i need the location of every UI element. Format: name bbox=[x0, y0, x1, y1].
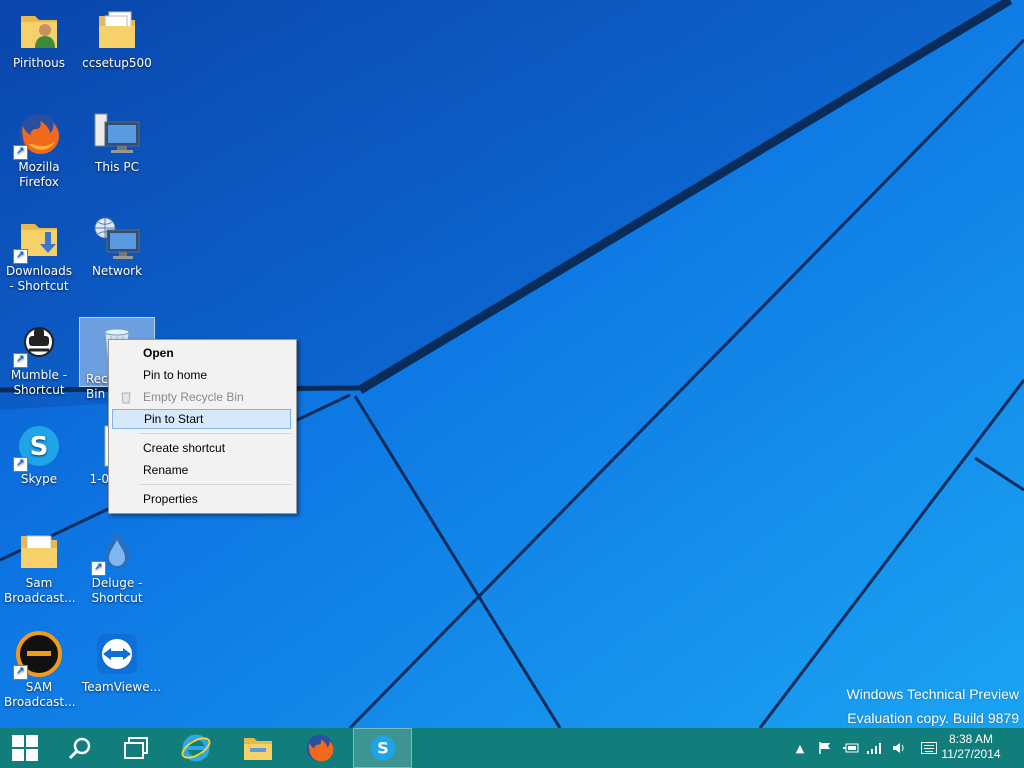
desktop-icon-deluge[interactable]: ↗ Deluge - Shortcut bbox=[80, 522, 154, 606]
action-center-button[interactable] bbox=[814, 728, 836, 768]
firefox-icon bbox=[306, 734, 334, 762]
svg-text:S: S bbox=[377, 739, 389, 758]
mumble-icon: ↗ bbox=[13, 318, 63, 368]
desktop-icon-label: ccsetup500 bbox=[82, 56, 152, 70]
shortcut-arrow-icon: ↗ bbox=[91, 561, 106, 576]
keyboard-icon bbox=[921, 742, 937, 754]
desktop-icon-skype[interactable]: S ↗ Skype bbox=[2, 418, 76, 487]
search-button[interactable] bbox=[52, 728, 108, 768]
sam-broadcaster-icon: ↗ bbox=[13, 630, 63, 680]
taskbar-internet-explorer[interactable] bbox=[166, 728, 226, 768]
watermark-line-2: Evaluation copy. Build 9879 bbox=[847, 710, 1019, 726]
menu-item-open[interactable]: Open bbox=[112, 343, 291, 363]
network-signal-icon bbox=[867, 743, 881, 754]
desktop-icon-downloads[interactable]: ↗ Downloads - Shortcut bbox=[2, 210, 76, 294]
shortcut-arrow-icon: ↗ bbox=[13, 665, 28, 680]
network-icon bbox=[93, 214, 141, 262]
power-icon bbox=[843, 743, 859, 753]
shortcut-arrow-icon: ↗ bbox=[13, 353, 28, 368]
show-hidden-icons-icon: ▲ bbox=[795, 741, 805, 755]
taskbar-firefox[interactable] bbox=[290, 728, 350, 768]
context-menu: Open Pin to home Empty Recycle Bin Pin t… bbox=[108, 339, 297, 514]
volume-icon bbox=[893, 743, 904, 753]
folder-icon bbox=[93, 6, 141, 54]
menu-item-create-shortcut[interactable]: Create shortcut bbox=[112, 438, 291, 458]
start-icon bbox=[12, 735, 38, 761]
file-explorer-icon bbox=[244, 738, 272, 760]
downloads-folder-icon: ↗ bbox=[13, 214, 63, 264]
search-icon bbox=[68, 737, 91, 760]
menu-separator bbox=[139, 484, 291, 485]
show-hidden-icons-button[interactable]: ▲ bbox=[790, 728, 810, 768]
desktop-icon-firefox[interactable]: ↗ Mozilla Firefox bbox=[2, 106, 76, 190]
menu-separator bbox=[139, 433, 291, 434]
desktop-icon-label: Mozilla Firefox bbox=[18, 160, 60, 189]
clock[interactable]: 8:38 AM 11/27/2014 bbox=[938, 732, 1004, 762]
computer-icon bbox=[93, 110, 141, 158]
svg-text:S: S bbox=[30, 432, 49, 462]
menu-item-rename[interactable]: Rename bbox=[112, 460, 291, 480]
desktop-icon-label: Skype bbox=[20, 472, 58, 486]
folder-icon bbox=[15, 526, 63, 574]
task-view-icon bbox=[124, 737, 148, 759]
power-button[interactable] bbox=[840, 728, 862, 768]
menu-item-empty-recycle-bin[interactable]: Empty Recycle Bin bbox=[112, 387, 291, 407]
deluge-icon: ↗ bbox=[91, 526, 141, 576]
desktop-icon-pirithous[interactable]: Pirithous bbox=[2, 2, 76, 71]
taskbar-file-explorer[interactable] bbox=[228, 728, 288, 768]
start-button[interactable] bbox=[0, 728, 50, 768]
desktop-icon-label: Deluge - Shortcut bbox=[91, 576, 143, 605]
taskbar: S ▲ 8:38 AM 11/27/2014 bbox=[0, 728, 1024, 768]
desktop-icon-label: Mumble - Shortcut bbox=[10, 368, 68, 397]
user-folder-icon bbox=[15, 6, 63, 54]
keyboard-button[interactable] bbox=[918, 728, 940, 768]
desktop-icon-sam-broadcaster[interactable]: ↗ SAM Broadcast... bbox=[2, 626, 76, 710]
firefox-icon: ↗ bbox=[13, 110, 63, 160]
desktop-icon-label: Downloads - Shortcut bbox=[6, 264, 72, 293]
menu-item-properties[interactable]: Properties bbox=[112, 489, 291, 509]
desktop-icon-mumble[interactable]: ↗ Mumble - Shortcut bbox=[2, 314, 76, 398]
taskbar-skype[interactable]: S bbox=[353, 728, 412, 768]
desktop-icon-label: This PC bbox=[95, 160, 139, 174]
desktop-icon-ccsetup500[interactable]: ccsetup500 bbox=[80, 2, 154, 71]
desktop-icon-label: Pirithous bbox=[12, 56, 66, 70]
desktop-icon-label: Network bbox=[91, 264, 143, 278]
teamviewer-icon bbox=[93, 630, 141, 678]
menu-item-pin-to-start[interactable]: Pin to Start bbox=[112, 409, 291, 429]
desktop-icon-network[interactable]: Network bbox=[80, 210, 154, 279]
menu-item-pin-to-home[interactable]: Pin to home bbox=[112, 365, 291, 385]
action-center-flag-icon bbox=[819, 742, 830, 754]
internet-explorer-icon bbox=[181, 734, 211, 762]
desktop-icon-sam-broadcast-folder[interactable]: Sam Broadcast... bbox=[2, 522, 76, 606]
shortcut-arrow-icon: ↗ bbox=[13, 457, 28, 472]
desktop-icon-label: Sam Broadcast... bbox=[4, 576, 76, 605]
skype-icon: S bbox=[370, 735, 395, 761]
desktop-icon-label: SAM Broadcast... bbox=[4, 680, 76, 709]
desktop-icon-label: TeamViewe... bbox=[82, 680, 162, 694]
skype-icon: S ↗ bbox=[13, 422, 63, 472]
shortcut-arrow-icon: ↗ bbox=[13, 249, 28, 264]
network-button[interactable] bbox=[864, 728, 886, 768]
desktop-icon-teamviewer[interactable]: TeamViewe... bbox=[80, 626, 162, 695]
watermark-line-1: Windows Technical Preview bbox=[846, 686, 1019, 702]
task-view-button[interactable] bbox=[108, 728, 164, 768]
desktop-icon-this-pc[interactable]: This PC bbox=[80, 106, 154, 175]
menu-item-label: Empty Recycle Bin bbox=[143, 390, 244, 404]
clock-date: 11/27/2014 bbox=[941, 747, 1001, 761]
clock-time: 8:38 AM bbox=[948, 732, 994, 746]
empty-recycle-bin-icon bbox=[120, 390, 132, 404]
volume-button[interactable] bbox=[888, 728, 910, 768]
shortcut-arrow-icon: ↗ bbox=[13, 145, 28, 160]
